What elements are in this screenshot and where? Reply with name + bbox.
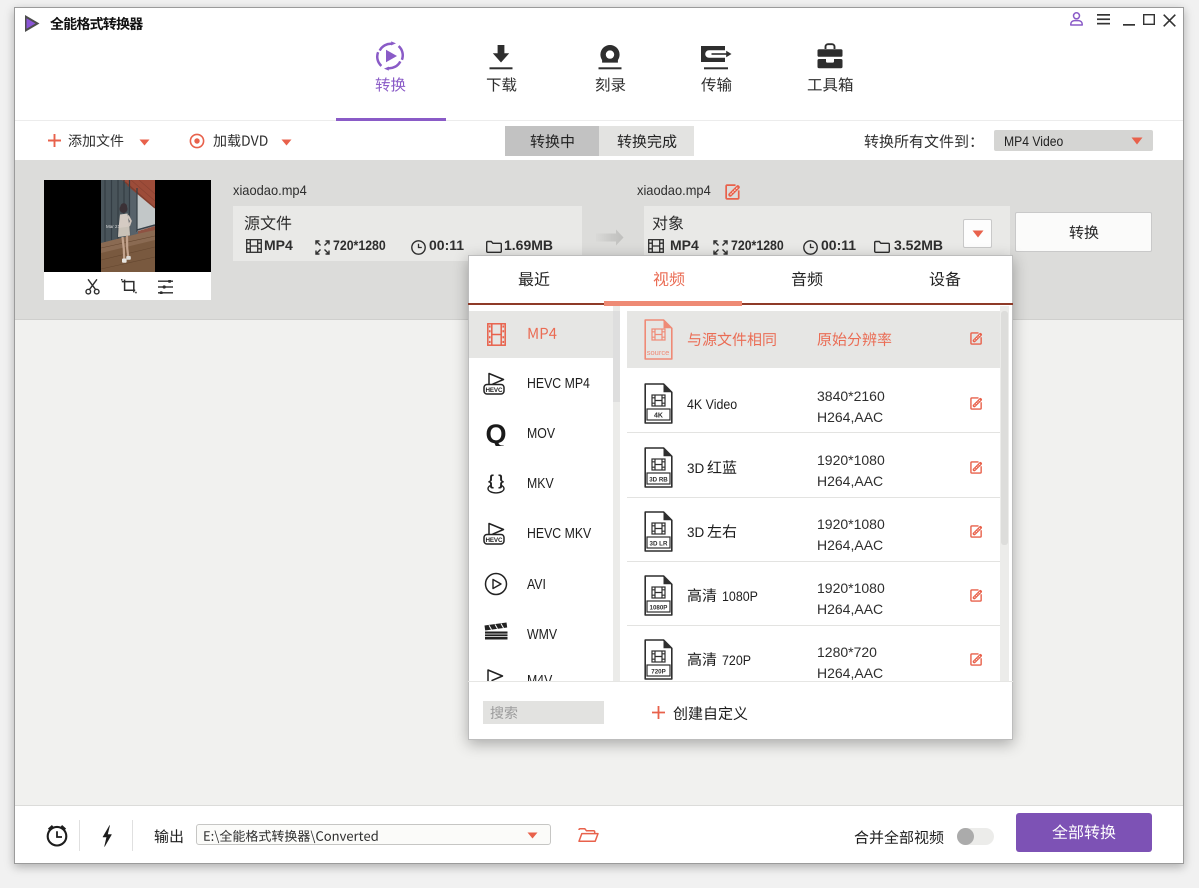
svg-text:{ }: { } — [488, 473, 504, 490]
svg-text:4K: 4K — [654, 412, 663, 419]
svg-text:HEVC: HEVC — [486, 537, 503, 544]
svg-text:1080P: 1080P — [650, 604, 668, 611]
svg-text:3D RB: 3D RB — [649, 476, 668, 483]
svg-text:720P: 720P — [651, 668, 665, 675]
svg-text:source: source — [647, 348, 670, 357]
svg-text:3D LR: 3D LR — [650, 540, 668, 547]
svg-text:Q: Q — [485, 420, 506, 446]
svg-text:HEVC: HEVC — [486, 387, 503, 394]
